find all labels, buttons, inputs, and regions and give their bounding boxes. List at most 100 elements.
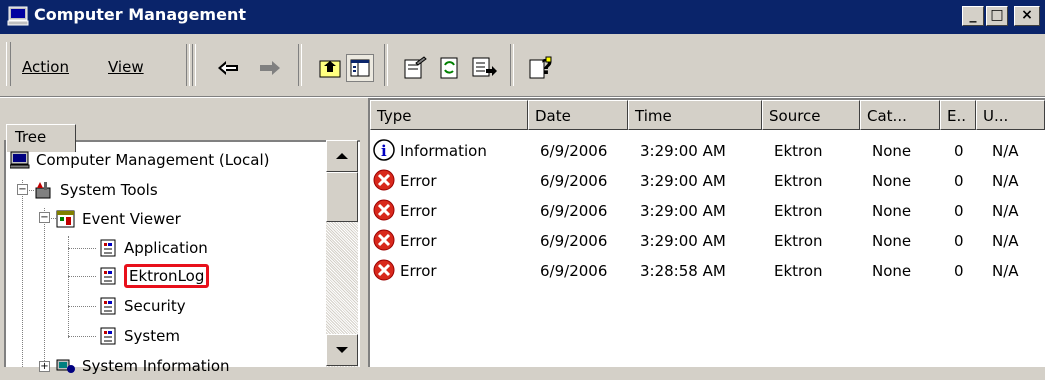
- minimize-button[interactable]: _: [962, 6, 984, 26]
- menu-action-label: Action: [22, 58, 69, 76]
- column-header-date[interactable]: Date: [528, 100, 628, 130]
- toolbar-separator: [384, 44, 388, 86]
- close-icon: ×: [1021, 7, 1033, 23]
- tree-item-label: Computer Management (Local): [36, 151, 270, 169]
- close-button[interactable]: ×: [1014, 6, 1040, 26]
- toolbar-separator: [192, 44, 196, 86]
- show-hide-tree-icon: [350, 59, 370, 77]
- cell-type: Information: [400, 142, 487, 160]
- cell-event: 0: [954, 172, 964, 190]
- properties-icon[interactable]: [402, 55, 428, 81]
- toolbar-separator: [186, 44, 190, 86]
- cell-type: Error: [400, 172, 437, 190]
- column-header-label: E..: [947, 107, 967, 125]
- menu-view-label: View: [108, 58, 144, 76]
- tree-item-event-viewer[interactable]: Event Viewer: [56, 205, 181, 233]
- cell-source: Ektron: [774, 172, 823, 190]
- tree-item-computer-management[interactable]: Computer Management (Local): [10, 146, 270, 174]
- cell-time: 3:29:00 AM: [640, 202, 726, 220]
- cell-time: 3:28:58 AM: [640, 262, 726, 280]
- tree-item-label: Application: [124, 239, 208, 257]
- cell-time: 3:29:00 AM: [640, 232, 726, 250]
- cell-date: 6/9/2006: [540, 172, 608, 190]
- tree-connector: [68, 336, 96, 337]
- cell-source: Ektron: [774, 232, 823, 250]
- show-hide-tree-button[interactable]: [346, 54, 374, 82]
- collapse-event-viewer-icon[interactable]: −: [39, 212, 50, 223]
- tools-icon: [35, 182, 51, 199]
- cell-time: 3:29:00 AM: [640, 142, 726, 160]
- refresh-icon[interactable]: [438, 55, 462, 81]
- menu-action[interactable]: Action: [22, 58, 69, 76]
- tree-item-label-selected: EktronLog: [124, 264, 210, 288]
- cell-event: 0: [954, 142, 964, 160]
- back-icon[interactable]: [216, 58, 242, 78]
- column-header-time[interactable]: Time: [628, 100, 762, 130]
- cell-user: N/A: [992, 262, 1019, 280]
- log-icon: [100, 239, 116, 257]
- column-header-source[interactable]: Source: [762, 100, 860, 130]
- cell-source: Ektron: [774, 142, 823, 160]
- column-header-label: Date: [535, 107, 571, 125]
- collapse-system-tools-icon[interactable]: −: [17, 184, 28, 195]
- tree-item-label: System Information: [82, 357, 230, 375]
- toolbar-separator: [510, 44, 514, 86]
- tree-item-system-tools[interactable]: System Tools: [34, 176, 158, 204]
- tab-strip: [76, 124, 360, 140]
- cell-date: 6/9/2006: [540, 202, 608, 220]
- cell-date: 6/9/2006: [540, 232, 608, 250]
- cell-user: N/A: [992, 172, 1019, 190]
- tree-item-system-information[interactable]: System Information: [56, 352, 230, 380]
- cell-date: 6/9/2006: [540, 262, 608, 280]
- toolbar-grip[interactable]: [6, 42, 11, 86]
- system-info-icon: [56, 359, 75, 373]
- column-header-category[interactable]: Cat...: [860, 100, 940, 130]
- cell-date: 6/9/2006: [540, 142, 608, 160]
- tree-connector: [68, 306, 96, 307]
- tab-tree-label: Tree: [15, 128, 47, 146]
- cell-event: 0: [954, 232, 964, 250]
- tree-item-label: System: [124, 327, 180, 345]
- cell-source: Ektron: [774, 202, 823, 220]
- info-icon: i: [373, 139, 395, 161]
- maximize-button[interactable]: □: [986, 6, 1008, 26]
- up-folder-icon[interactable]: [318, 56, 342, 80]
- error-icon: [373, 169, 395, 191]
- scroll-up-button[interactable]: [326, 140, 358, 172]
- tree-connector: [68, 276, 96, 277]
- tree-item-ektronlog[interactable]: EktronLog: [98, 262, 210, 290]
- cell-category: None: [872, 142, 912, 160]
- tree-vertical-scrollbar[interactable]: [326, 140, 358, 367]
- svg-text:i: i: [381, 142, 387, 160]
- tree-item-security[interactable]: Security: [98, 292, 186, 320]
- column-header-label: Type: [377, 107, 412, 125]
- computer-management-icon: [7, 6, 29, 26]
- column-header-label: Cat...: [867, 107, 907, 125]
- error-icon: [373, 199, 395, 221]
- cell-source: Ektron: [774, 262, 823, 280]
- forward-icon[interactable]: [256, 58, 282, 78]
- cell-event: 0: [954, 262, 964, 280]
- cell-event: 0: [954, 202, 964, 220]
- column-header-event[interactable]: E..: [940, 100, 976, 130]
- tree-item-label: Security: [124, 297, 186, 315]
- export-list-icon[interactable]: [470, 55, 498, 81]
- column-header-user[interactable]: U...: [976, 100, 1045, 130]
- menu-view[interactable]: View: [108, 58, 144, 76]
- column-header-label: Source: [769, 107, 821, 125]
- help-icon[interactable]: ?: [528, 54, 556, 82]
- window-title: Computer Management: [34, 5, 246, 24]
- tree-item-system[interactable]: System: [98, 322, 180, 350]
- cell-user: N/A: [992, 232, 1019, 250]
- arrow-up-icon: [336, 153, 348, 159]
- scroll-down-button[interactable]: [326, 334, 358, 366]
- scroll-thumb[interactable]: [326, 172, 358, 222]
- error-icon: [373, 259, 395, 281]
- cell-category: None: [872, 172, 912, 190]
- tree-item-application[interactable]: Application: [98, 234, 208, 262]
- tree-item-label: Event Viewer: [82, 210, 181, 228]
- column-header-type[interactable]: Type: [370, 100, 528, 130]
- cell-category: None: [872, 202, 912, 220]
- minimize-icon: _: [969, 7, 977, 23]
- pane-splitter[interactable]: [360, 98, 368, 367]
